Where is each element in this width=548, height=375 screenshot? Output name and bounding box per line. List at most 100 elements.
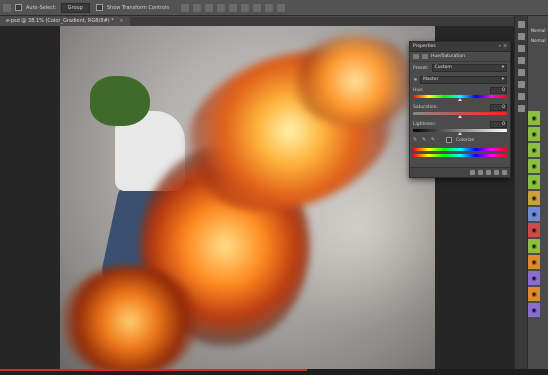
preset-value: Custom xyxy=(434,65,452,70)
auto-select-dropdown[interactable]: Group xyxy=(60,2,90,13)
channel-row: ☚ Master ▾ xyxy=(410,74,510,86)
chevron-down-icon: ▾ xyxy=(501,65,504,70)
align-right-icon[interactable] xyxy=(241,3,250,12)
hue-row: Hue: 0 xyxy=(410,86,510,94)
reset-icon[interactable] xyxy=(486,170,491,175)
lightness-row: Lightness: 0 xyxy=(410,120,510,128)
hand-target-icon[interactable]: ☚ xyxy=(413,78,417,83)
panel-controls: » ≡ xyxy=(498,44,507,49)
align-top-icon[interactable] xyxy=(181,3,190,12)
hue-slider[interactable] xyxy=(413,95,507,101)
align-center-icon[interactable] xyxy=(229,3,238,12)
panel-dock xyxy=(514,16,527,369)
saturation-row: Saturation: 0 xyxy=(410,103,510,111)
color-bar-bottom xyxy=(413,154,507,157)
properties-icon[interactable] xyxy=(517,105,525,112)
align-middle-icon[interactable] xyxy=(193,3,202,12)
eye-icon[interactable]: ◉ xyxy=(528,127,540,141)
distribute-icon[interactable] xyxy=(253,3,262,12)
video-bar xyxy=(0,369,548,375)
panel-menu-icon[interactable]: ≡ xyxy=(503,44,507,49)
blend-mode-dropdown[interactable]: Normal xyxy=(531,28,545,33)
eye-icon[interactable]: ◉ xyxy=(528,207,540,221)
eyedropper-plus-icon[interactable]: ✎ xyxy=(422,137,427,143)
paragraph-icon[interactable] xyxy=(517,81,525,88)
properties-footer xyxy=(410,167,510,177)
layers-panel: Normal Normal ◉ ◉ ◉ ◉ ◉ ◉ ◉ ◉ ◉ ◉ ◉ ◉ ◉ xyxy=(527,16,548,369)
eye-icon[interactable]: ◉ xyxy=(528,191,540,205)
colorize-label: Colorize xyxy=(456,137,475,143)
info-icon[interactable] xyxy=(517,93,525,100)
adjustment-name: Hue/Saturation xyxy=(431,54,465,59)
lightness-value-input[interactable]: 0 xyxy=(490,121,507,128)
show-transform-label: Show Transform Controls xyxy=(106,4,170,11)
eye-icon[interactable]: ◉ xyxy=(528,175,540,189)
character-icon[interactable] xyxy=(517,69,525,76)
person-hood xyxy=(90,76,150,126)
saturation-slider[interactable] xyxy=(413,112,507,118)
channel-dropdown[interactable]: Master ▾ xyxy=(420,76,507,84)
visibility-icon[interactable] xyxy=(494,170,499,175)
properties-title: Properties xyxy=(413,44,436,49)
document-canvas-image[interactable] xyxy=(60,26,435,369)
preset-label: Preset: xyxy=(413,65,429,71)
chevron-down-icon: ▾ xyxy=(501,77,504,82)
align-left-icon[interactable] xyxy=(217,3,226,12)
properties-subheader: Hue/Saturation xyxy=(410,52,510,62)
auto-select-label: Auto-Select: xyxy=(26,4,57,11)
saturation-value-input[interactable]: 0 xyxy=(490,104,507,111)
color-bar-top xyxy=(413,148,507,151)
lightness-label: Lightness: xyxy=(413,122,437,127)
properties-panel: Properties » ≡ Hue/Saturation Preset: Cu… xyxy=(409,41,511,178)
show-transform-checkbox[interactable] xyxy=(95,4,103,11)
colorize-checkbox[interactable] xyxy=(446,137,452,143)
document-tabs: e-psd @ 38.1% (Color_Gradient, RGB/8#) *… xyxy=(0,17,515,26)
eye-icon[interactable]: ◉ xyxy=(528,159,540,173)
eye-icon[interactable]: ◉ xyxy=(528,111,540,125)
eyedropper-icon[interactable]: ✎ xyxy=(413,137,418,143)
saturation-slider-thumb[interactable] xyxy=(458,115,462,118)
eye-icon[interactable]: ◉ xyxy=(528,223,540,237)
layer-mode-label: Normal xyxy=(531,38,546,43)
eye-icon[interactable]: ◉ xyxy=(528,303,540,317)
channel-value: Master xyxy=(423,77,439,82)
eye-icon[interactable]: ◉ xyxy=(528,255,540,269)
transform-group: Show Transform Controls xyxy=(95,4,170,11)
eye-icon[interactable]: ◉ xyxy=(528,239,540,253)
lightness-slider[interactable] xyxy=(413,129,507,135)
options-bar: Auto-Select: Group Show Transform Contro… xyxy=(0,0,548,16)
clone-source-icon[interactable] xyxy=(517,57,525,64)
lightness-slider-thumb[interactable] xyxy=(458,132,462,135)
hue-slider-thumb[interactable] xyxy=(458,98,462,101)
distribute-icon[interactable] xyxy=(265,3,274,12)
distribute-icon[interactable] xyxy=(277,3,286,12)
adjustment-layer-icon xyxy=(413,54,419,59)
auto-select-group: Auto-Select: Group xyxy=(3,2,90,13)
hue-value-input[interactable]: 0 xyxy=(490,87,507,94)
preset-row: Preset: Custom ▾ xyxy=(410,62,510,74)
playback-progress[interactable] xyxy=(0,369,307,371)
brush-icon[interactable] xyxy=(517,45,525,52)
auto-select-checkbox[interactable] xyxy=(15,4,22,11)
view-previous-icon[interactable] xyxy=(478,170,483,175)
clip-to-layer-icon[interactable] xyxy=(470,170,475,175)
eye-icon[interactable]: ◉ xyxy=(528,287,540,301)
preset-dropdown[interactable]: Custom ▾ xyxy=(431,64,507,72)
document-tab[interactable]: e-psd @ 38.1% (Color_Gradient, RGB/8#) *… xyxy=(0,17,130,26)
eye-icon[interactable]: ◉ xyxy=(528,143,540,157)
collapse-icon[interactable]: » xyxy=(498,44,501,49)
properties-titlebar[interactable]: Properties » ≡ xyxy=(410,42,510,52)
close-icon[interactable]: × xyxy=(119,18,123,24)
align-icons xyxy=(181,3,286,12)
saturation-label: Saturation: xyxy=(413,105,438,110)
trash-icon[interactable] xyxy=(502,170,507,175)
eyedropper-minus-icon[interactable]: ✎ xyxy=(431,137,436,143)
move-tool-icon[interactable] xyxy=(3,3,11,12)
history-icon[interactable] xyxy=(517,21,525,28)
document-tab-title: e-psd @ 38.1% (Color_Gradient, RGB/8#) * xyxy=(6,18,114,24)
play-icon[interactable] xyxy=(517,33,525,40)
fire-effect xyxy=(60,266,200,369)
mask-icon[interactable] xyxy=(422,54,428,59)
eye-icon[interactable]: ◉ xyxy=(528,271,540,285)
align-bottom-icon[interactable] xyxy=(205,3,214,12)
